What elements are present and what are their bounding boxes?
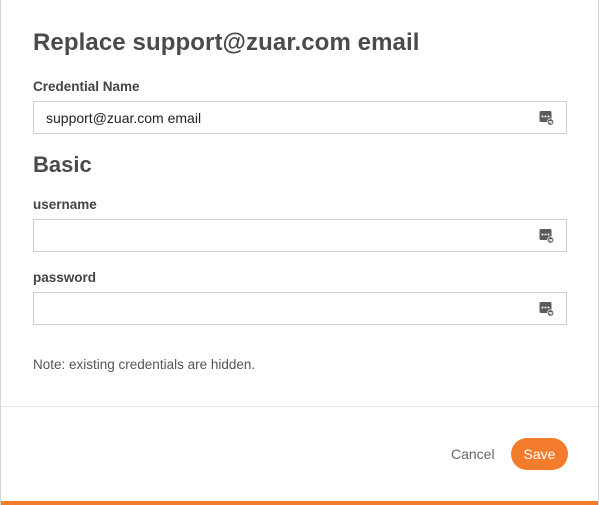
- bottom-accent-bar: [1, 501, 598, 505]
- dialog-title: Replace support@zuar.com email: [33, 29, 420, 56]
- cancel-button[interactable]: Cancel: [445, 438, 501, 470]
- credential-name-input[interactable]: [34, 102, 514, 133]
- username-field-container: [33, 219, 567, 252]
- password-label: password: [33, 270, 97, 285]
- credential-name-field-container: [33, 101, 567, 134]
- credential-name-label: Credential Name: [33, 79, 140, 94]
- basic-section-heading: Basic: [33, 152, 92, 177]
- password-key-icon[interactable]: [539, 228, 555, 244]
- password-key-icon[interactable]: [539, 301, 555, 317]
- hidden-credentials-note: Note: existing credentials are hidden.: [33, 357, 256, 372]
- username-input[interactable]: [34, 220, 514, 251]
- save-button[interactable]: Save: [511, 438, 568, 470]
- password-input[interactable]: [34, 293, 514, 324]
- replace-credential-dialog: Replace support@zuar.com email Credentia…: [0, 0, 599, 505]
- password-field-container: [33, 292, 567, 325]
- username-label: username: [33, 197, 97, 212]
- password-key-icon[interactable]: [539, 110, 555, 126]
- footer-divider: [1, 406, 598, 407]
